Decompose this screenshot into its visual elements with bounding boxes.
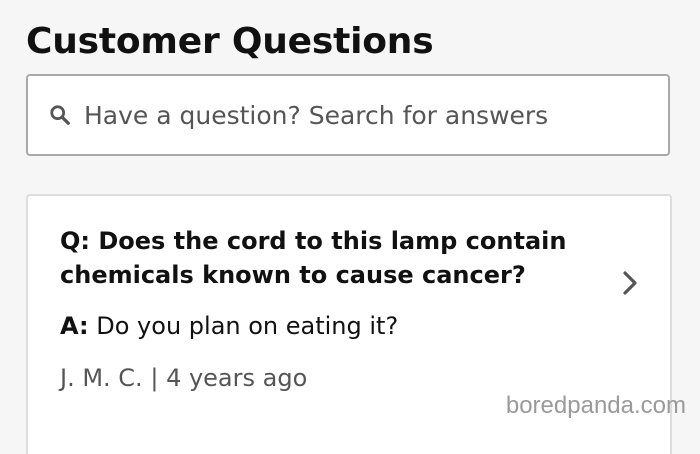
answer-text: Do you plan on eating it? xyxy=(96,312,399,340)
answer-prefix: A: xyxy=(60,312,89,340)
answer-line: A: Do you plan on eating it? xyxy=(60,308,398,344)
search-icon xyxy=(48,103,72,127)
meta-separator: | xyxy=(150,364,159,392)
watermark: boredpanda.com xyxy=(505,392,686,419)
customer-questions-page: Customer Questions Q: Does the cord to t… xyxy=(0,0,700,454)
chevron-right-icon[interactable] xyxy=(620,266,640,300)
answer-author: J. M. C. xyxy=(60,364,143,392)
answer-timestamp: 4 years ago xyxy=(166,364,308,392)
question-search-box[interactable] xyxy=(26,74,670,156)
customer-questions-title: Customer Questions xyxy=(26,21,434,62)
answer-meta: J. M. C. | 4 years ago xyxy=(60,360,307,396)
question-search-input[interactable] xyxy=(84,93,668,137)
question-text: Q: Does the cord to this lamp contain ch… xyxy=(60,227,567,289)
